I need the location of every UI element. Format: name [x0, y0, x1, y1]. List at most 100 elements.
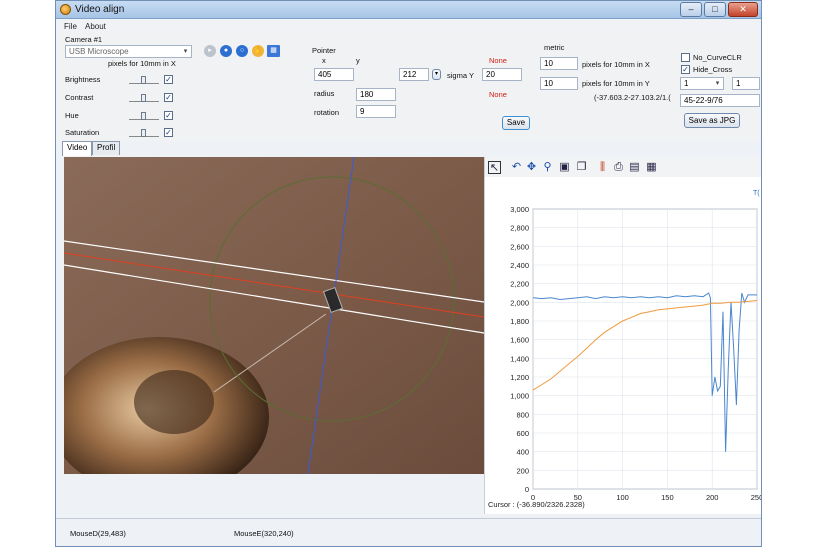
menu-bar: File About — [56, 20, 761, 33]
window-title: Video align — [75, 4, 125, 15]
metric-y-input[interactable]: 10 — [540, 77, 578, 90]
menu-file[interactable]: File — [64, 22, 77, 31]
profile-chart-panel: ↖ ↶ ✥ ⚲ ▣ ❐ ⫼ ⎙ ▤ ▦ T( 0 200 400 600 800 1,00… — [484, 157, 762, 514]
rotation-label: rotation — [314, 108, 340, 117]
minimize-button[interactable]: – — [680, 2, 702, 17]
radius-input[interactable]: 180 — [356, 88, 396, 101]
slider-thumb[interactable] — [141, 112, 146, 120]
y-tick-label: 600 — [516, 429, 529, 438]
menu-about[interactable]: About — [85, 22, 106, 31]
record-icon[interactable]: ● — [220, 45, 232, 57]
y-spin-button[interactable]: ▾ — [432, 69, 441, 80]
slider-thumb[interactable] — [141, 76, 146, 84]
save-image-icon[interactable]: ▣ — [558, 161, 571, 174]
profile-chart[interactable]: 0 200 400 600 800 1,000 1,200 1,400 1,600 1,800 2,… — [485, 177, 762, 511]
y-tick-label: 2,800 — [510, 224, 529, 233]
status-bar: MouseD(29,483) MouseE(320,240) — [56, 518, 761, 546]
save-button[interactable]: Save — [502, 116, 530, 130]
control-panel: Camera #1 USB Microscope ▾ pixels for 10… — [56, 33, 761, 141]
info-field[interactable]: 45-22-9/76 — [680, 94, 760, 107]
y-tick-label: 2,600 — [510, 242, 529, 251]
y-tick-label: 3,000 — [510, 205, 529, 214]
y-tick-label: 0 — [525, 485, 529, 494]
none-status-1: None — [489, 56, 507, 65]
slider-thumb[interactable] — [141, 94, 146, 102]
brightness-checkbox[interactable]: ✓ — [164, 75, 173, 84]
hide-cross-checkbox[interactable]: ✓ — [681, 65, 690, 74]
y-input[interactable]: 212 — [399, 68, 429, 81]
view-tabs: Video Profil — [56, 141, 761, 156]
hue-checkbox[interactable]: ✓ — [164, 111, 173, 120]
x-label: x — [322, 56, 326, 65]
no-curve-checkbox[interactable] — [681, 53, 690, 62]
metric-x-input[interactable]: 10 — [540, 57, 578, 70]
no-curve-label: No_CurveCLR — [693, 53, 742, 62]
sigma-label: sigma Y — [447, 71, 474, 80]
mouse-e-readout: MouseE(320,240) — [234, 529, 294, 538]
y-tick-label: 2,000 — [510, 298, 529, 307]
zoom-icon[interactable]: ⚲ — [541, 161, 554, 174]
saturation-label: Saturation — [65, 128, 100, 137]
camera-device-select[interactable]: USB Microscope ▾ — [65, 45, 192, 58]
x-tick-label: 200 — [706, 493, 719, 502]
y-tick-label: 1,200 — [510, 373, 529, 382]
app-window: Video align – □ ✕ File About Camera #1 U… — [55, 0, 762, 547]
contrast-slider[interactable] — [129, 94, 159, 102]
x-tick-label: 150 — [661, 493, 674, 502]
undo-icon[interactable]: ↶ — [510, 161, 523, 174]
radius-label: radius — [314, 89, 335, 98]
slider-thumb[interactable] — [141, 129, 146, 137]
sigma-input[interactable]: 20 — [482, 68, 522, 81]
metric-x-label: pixels for 10mm in X — [582, 60, 650, 69]
option-select-2[interactable]: 1 — [732, 77, 760, 90]
y-label: y — [356, 56, 360, 65]
mouse-d-readout: MouseD(29,483) — [70, 529, 126, 538]
grid-icon[interactable]: ▦ — [267, 45, 280, 57]
export-icon[interactable]: ▤ — [628, 161, 641, 174]
copy-icon[interactable]: ❐ — [575, 161, 588, 174]
metric-y-label: pixels for 10mm in Y — [582, 79, 650, 88]
option-select-2-value: 1 — [736, 79, 741, 88]
option-select-1[interactable]: 1 ▾ — [680, 77, 724, 90]
camera-frame — [56, 156, 485, 497]
hand-icon[interactable]: ✋ — [252, 45, 264, 57]
video-view[interactable] — [56, 156, 485, 497]
option-select-1-value: 1 — [684, 79, 689, 88]
metric-coords: (-37.603.2-27.103.2/1.( — [594, 93, 671, 102]
y-tick-label: 1,800 — [510, 317, 529, 326]
cursor-readout: Cursor : (-36.890/2326.2328) — [488, 500, 585, 509]
close-button[interactable]: ✕ — [728, 2, 758, 17]
x-tick-label: 100 — [616, 493, 629, 502]
settings-ring-icon[interactable]: ○ — [236, 45, 248, 57]
brightness-slider[interactable] — [129, 76, 159, 84]
y-tick-label: 1,400 — [510, 354, 529, 363]
metric-label: metric — [544, 43, 565, 52]
contrast-checkbox[interactable]: ✓ — [164, 93, 173, 102]
saturation-checkbox[interactable]: ✓ — [164, 128, 173, 137]
saturation-slider[interactable] — [129, 129, 159, 137]
save-as-jpg-button[interactable]: Save as JPG — [684, 113, 740, 128]
chart-toolbar: ↖ ↶ ✥ ⚲ ▣ ❐ ⫼ ⎙ ▤ ▦ T( — [485, 157, 761, 197]
hue-slider[interactable] — [129, 112, 159, 120]
y-tick-label: 2,400 — [510, 261, 529, 270]
disk-icon[interactable]: ▦ — [645, 161, 658, 174]
tab-profil[interactable]: Profil — [92, 141, 121, 155]
app-icon — [60, 4, 71, 15]
maximize-button[interactable]: □ — [704, 2, 726, 17]
pan-icon[interactable]: ✥ — [525, 161, 538, 174]
camera-pixels-label: pixels for 10mm in X — [108, 59, 176, 68]
brightness-label: Brightness — [65, 75, 101, 84]
y-tick-label: 200 — [516, 466, 529, 475]
y-tick-label: 1,600 — [510, 336, 529, 345]
x-input[interactable]: 405 — [314, 68, 354, 81]
camera-device-value: USB Microscope — [69, 47, 129, 56]
title-bar: Video align – □ ✕ — [56, 1, 761, 19]
camera-label: Camera #1 — [65, 35, 103, 44]
print-icon[interactable]: ⎙ — [612, 161, 625, 174]
y-tick-label: 800 — [516, 410, 529, 419]
rotation-input[interactable]: 9 — [356, 105, 396, 118]
pointer-icon[interactable]: ↖ — [488, 161, 501, 174]
tab-video[interactable]: Video — [62, 141, 93, 156]
bars-icon[interactable]: ⫼ — [596, 161, 609, 174]
play-icon[interactable]: ▸ — [204, 45, 216, 57]
